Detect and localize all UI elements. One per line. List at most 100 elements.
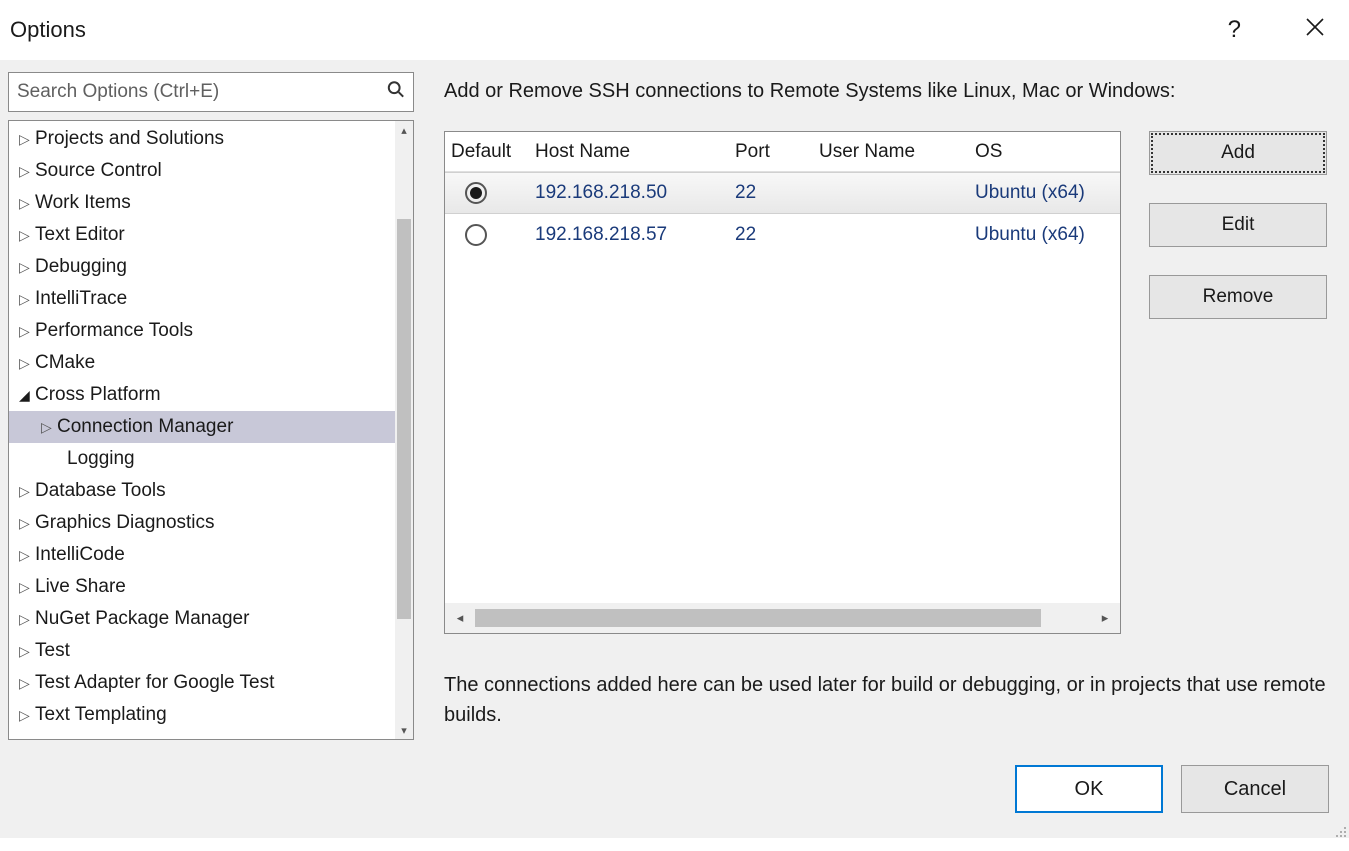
tree-item[interactable]: ▷Text Editor bbox=[9, 219, 395, 251]
window-title: Options bbox=[10, 17, 86, 43]
chevron-right-icon[interactable]: ▷ bbox=[19, 163, 33, 180]
tree-item[interactable]: ▷Source Control bbox=[9, 155, 395, 187]
chevron-right-icon[interactable]: ▷ bbox=[19, 547, 33, 564]
col-header-user[interactable]: User Name bbox=[819, 141, 975, 163]
search-input[interactable] bbox=[17, 81, 373, 103]
chevron-right-icon[interactable]: ▷ bbox=[19, 355, 33, 372]
resize-grip-icon[interactable] bbox=[1333, 822, 1347, 836]
tree-item-label: Logging bbox=[67, 448, 135, 470]
cell-default bbox=[445, 182, 535, 204]
grid-header: Default Host Name Port User Name OS bbox=[445, 132, 1120, 172]
search-icon[interactable] bbox=[387, 81, 405, 104]
tree-item[interactable]: ▷Test bbox=[9, 635, 395, 667]
col-header-port[interactable]: Port bbox=[735, 141, 819, 163]
left-panel: ▷Projects and Solutions▷Source Control▷W… bbox=[8, 72, 414, 740]
col-header-default[interactable]: Default bbox=[445, 141, 535, 163]
titlebar-controls: ? bbox=[1220, 12, 1333, 48]
panel-description-bottom: The connections added here can be used l… bbox=[444, 670, 1327, 730]
tree-item-label: Live Share bbox=[35, 576, 126, 598]
tree-item[interactable]: ▷Performance Tools bbox=[9, 315, 395, 347]
tree-item[interactable]: ▷NuGet Package Manager bbox=[9, 603, 395, 635]
tree-item[interactable]: ▷Test Adapter for Google Test bbox=[9, 667, 395, 699]
chevron-right-icon[interactable]: ▷ bbox=[19, 291, 33, 308]
chevron-right-icon[interactable]: ▷ bbox=[19, 259, 33, 276]
cell-port: 22 bbox=[735, 224, 819, 246]
add-button[interactable]: Add bbox=[1149, 131, 1327, 175]
panel-description-top: Add or Remove SSH connections to Remote … bbox=[444, 80, 1327, 103]
tree-item-label: NuGet Package Manager bbox=[35, 608, 249, 630]
chevron-right-icon[interactable]: ▷ bbox=[19, 611, 33, 628]
chevron-right-icon[interactable]: ▷ bbox=[19, 323, 33, 340]
tree-item[interactable]: ▷Database Tools bbox=[9, 475, 395, 507]
col-header-host[interactable]: Host Name bbox=[535, 141, 735, 163]
tree-item-label: CMake bbox=[35, 352, 95, 374]
tree-item[interactable]: ▷Debugging bbox=[9, 251, 395, 283]
chevron-right-icon[interactable]: ▷ bbox=[19, 131, 33, 148]
table-row[interactable]: 192.168.218.5722Ubuntu (x64) bbox=[445, 214, 1120, 256]
scroll-left-icon[interactable]: ◂ bbox=[445, 610, 475, 626]
cell-host: 192.168.218.50 bbox=[535, 182, 735, 204]
tree-item[interactable]: ▷Graphics Diagnostics bbox=[9, 507, 395, 539]
cell-default bbox=[445, 224, 535, 246]
hscroll-thumb[interactable] bbox=[475, 609, 1041, 627]
tree-item[interactable]: ▷CMake bbox=[9, 347, 395, 379]
chevron-right-icon[interactable]: ▷ bbox=[41, 419, 55, 436]
tree-item[interactable]: ▷IntelliTrace bbox=[9, 283, 395, 315]
cell-port: 22 bbox=[735, 182, 819, 204]
tree-item-label: IntelliCode bbox=[35, 544, 125, 566]
scroll-thumb[interactable] bbox=[397, 219, 411, 619]
cancel-button[interactable]: Cancel bbox=[1181, 765, 1329, 813]
chevron-right-icon[interactable]: ▷ bbox=[19, 195, 33, 212]
default-radio[interactable] bbox=[465, 224, 487, 246]
footer: OK Cancel bbox=[0, 740, 1349, 838]
scroll-down-icon[interactable]: ▾ bbox=[395, 721, 413, 739]
tree-item[interactable]: ▷Projects and Solutions bbox=[9, 123, 395, 155]
cell-os: Ubuntu (x64) bbox=[975, 182, 1120, 204]
side-buttons: Add Edit Remove bbox=[1149, 131, 1327, 634]
chevron-right-icon[interactable]: ▷ bbox=[19, 643, 33, 660]
tree-item-label: Text Editor bbox=[35, 224, 125, 246]
chevron-right-icon[interactable]: ▷ bbox=[19, 707, 33, 724]
tree-item-label: IntelliTrace bbox=[35, 288, 127, 310]
close-button[interactable] bbox=[1297, 12, 1333, 48]
chevron-right-icon[interactable]: ▷ bbox=[19, 579, 33, 596]
chevron-down-icon[interactable]: ◢ bbox=[19, 387, 33, 404]
col-header-os[interactable]: OS bbox=[975, 141, 1120, 163]
tree-item[interactable]: ◢Cross Platform bbox=[9, 379, 395, 411]
scroll-up-icon[interactable]: ▴ bbox=[395, 121, 413, 139]
help-button[interactable]: ? bbox=[1220, 12, 1249, 48]
tree-item[interactable]: ▷IntelliCode bbox=[9, 539, 395, 571]
tree-item-label: Text Templating bbox=[35, 704, 167, 726]
table-row[interactable]: 192.168.218.5022 Ubuntu (x64) bbox=[445, 172, 1120, 214]
grid-horizontal-scrollbar[interactable]: ◂ ▸ bbox=[445, 603, 1120, 633]
chevron-right-icon[interactable]: ▷ bbox=[19, 515, 33, 532]
chevron-right-icon[interactable]: ▷ bbox=[19, 227, 33, 244]
hscroll-track[interactable] bbox=[475, 609, 1090, 627]
tree-scrollbar[interactable]: ▴ ▾ bbox=[395, 121, 413, 739]
ok-button[interactable]: OK bbox=[1015, 765, 1163, 813]
titlebar: Options ? bbox=[0, 0, 1349, 60]
scroll-right-icon[interactable]: ▸ bbox=[1090, 610, 1120, 626]
remove-button[interactable]: Remove bbox=[1149, 275, 1327, 319]
tree-item-label: Cross Platform bbox=[35, 384, 161, 406]
default-radio[interactable] bbox=[465, 182, 487, 204]
chevron-right-icon[interactable]: ▷ bbox=[19, 675, 33, 692]
tree-item[interactable]: ▷Text Templating bbox=[9, 699, 395, 731]
close-icon bbox=[1305, 17, 1325, 37]
tree-item-label: Source Control bbox=[35, 160, 162, 182]
edit-button[interactable]: Edit bbox=[1149, 203, 1327, 247]
options-tree: ▷Projects and Solutions▷Source Control▷W… bbox=[8, 120, 414, 740]
search-wrap bbox=[8, 72, 414, 112]
scroll-track[interactable] bbox=[395, 139, 413, 721]
chevron-right-icon[interactable]: ▷ bbox=[19, 483, 33, 500]
tree-item[interactable]: ▷Work Items bbox=[9, 187, 395, 219]
mid-row: Default Host Name Port User Name OS 192.… bbox=[444, 131, 1327, 634]
tree-item-label: Debugging bbox=[35, 256, 127, 278]
tree-item[interactable]: ▷Connection Manager bbox=[9, 411, 395, 443]
tree-item[interactable]: ▷Logging bbox=[9, 443, 395, 475]
cell-os: Ubuntu (x64) bbox=[975, 224, 1120, 246]
tree-item-label: Projects and Solutions bbox=[35, 128, 224, 150]
tree-item-label: Database Tools bbox=[35, 480, 166, 502]
right-panel: Add or Remove SSH connections to Remote … bbox=[444, 72, 1341, 740]
tree-item[interactable]: ▷Live Share bbox=[9, 571, 395, 603]
